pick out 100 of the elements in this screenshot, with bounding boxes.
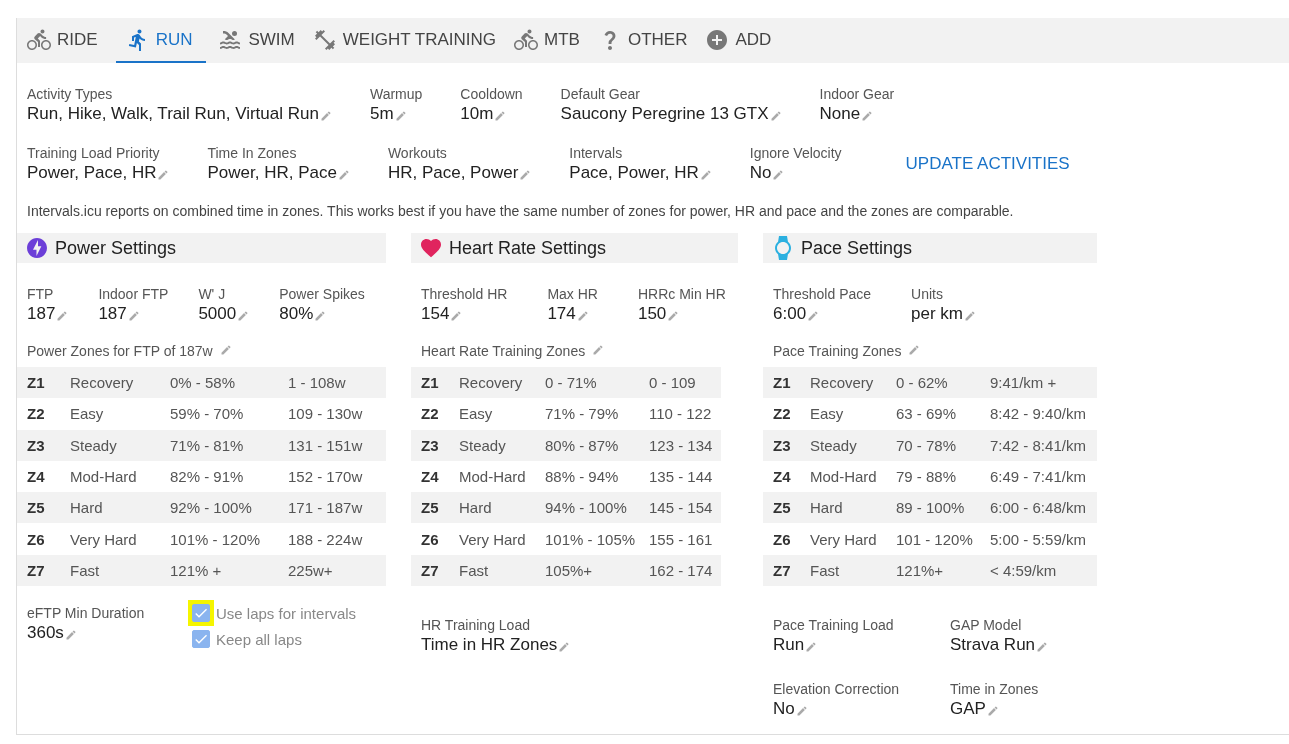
- pencil-icon[interactable]: [450, 310, 463, 322]
- sport-tab[interactable]: OTHER: [597, 18, 694, 63]
- field-label: Time In Zones: [207, 144, 298, 162]
- field-label: HRRc Min HR: [637, 285, 726, 303]
- field-label: Max HR: [547, 285, 598, 303]
- pencil-icon[interactable]: [394, 110, 407, 122]
- pencil-icon[interactable]: [64, 629, 77, 642]
- field-value: 5m: [369, 103, 394, 125]
- zone-id: Z3: [421, 436, 440, 454]
- field-value: 174: [547, 303, 576, 325]
- pencil-icon[interactable]: [699, 169, 712, 181]
- zone-percent: 71% - 79%: [545, 405, 620, 423]
- zone-name: Mod-Hard: [459, 468, 527, 486]
- zone-name: Fast: [459, 561, 490, 579]
- pencil-icon[interactable]: [337, 169, 350, 181]
- zone-id: Z4: [773, 468, 792, 486]
- update-activities-button[interactable]: UPDATE ACTIVITIES: [897, 150, 1078, 178]
- field-label: Elevation Correction: [773, 680, 901, 699]
- sport-tab[interactable]: SWIM: [218, 18, 301, 63]
- field-label: eFTP Min Duration: [27, 604, 146, 623]
- pencil-icon[interactable]: [807, 310, 820, 322]
- zone-range: 123 - 134: [649, 436, 714, 454]
- field-label: Threshold Pace: [773, 285, 872, 303]
- field-value: Time in HR Zones: [421, 634, 558, 657]
- zone-range: 9:41/km +: [990, 374, 1058, 392]
- field-label: Cooldown: [460, 85, 523, 103]
- field-label: Activity Types: [27, 85, 114, 103]
- zone-percent: 0 - 71%: [545, 374, 598, 392]
- zone-name: Recovery: [459, 374, 524, 392]
- pencil-icon[interactable]: [56, 310, 69, 322]
- zone-id: Z5: [421, 499, 440, 517]
- zone-id: Z1: [27, 374, 46, 392]
- sport-tab[interactable]: ADD: [705, 18, 778, 63]
- pencil-icon[interactable]: [558, 641, 571, 654]
- pencil-icon[interactable]: [314, 310, 327, 322]
- zone-range: 131 - 151w: [288, 436, 364, 454]
- zone-name: Steady: [810, 436, 858, 454]
- field-value: 150: [637, 303, 667, 325]
- zone-percent: 121% +: [170, 561, 223, 579]
- pencil-icon[interactable]: [237, 310, 250, 322]
- field-value: per km: [911, 303, 964, 325]
- zone-range: 225w+: [288, 561, 334, 579]
- field-label: FTP: [27, 285, 55, 303]
- checkbox-label: Use laps for intervals: [216, 604, 357, 622]
- zones-title: Heart Rate Training Zones: [421, 343, 586, 359]
- field-value: 80%: [279, 303, 314, 325]
- field-label: Power Spikes: [279, 285, 365, 303]
- field-value: GAP: [950, 698, 986, 721]
- zone-percent: 0 - 62%: [896, 374, 949, 392]
- zone-name: Recovery: [810, 374, 875, 392]
- zone-range: 8:42 - 9:40/km: [990, 405, 1087, 423]
- pencil-icon[interactable]: [127, 310, 140, 322]
- sport-tab[interactable]: RIDE: [27, 18, 104, 63]
- pencil-icon[interactable]: [964, 310, 977, 322]
- pencil-icon[interactable]: [805, 641, 818, 654]
- zone-id: Z2: [773, 405, 792, 423]
- zone-percent: 89 - 100%: [896, 499, 966, 517]
- pencil-icon[interactable]: [219, 343, 232, 356]
- field-label: Default Gear: [560, 85, 641, 103]
- zone-percent: 71% - 81%: [170, 436, 245, 454]
- field-label: Workouts: [387, 144, 448, 162]
- zone-name: Hard: [459, 499, 493, 517]
- pencil-icon[interactable]: [986, 705, 999, 718]
- pencil-icon[interactable]: [576, 310, 589, 322]
- zone-percent: 121%+: [896, 561, 945, 579]
- field-value: None: [819, 103, 861, 125]
- field-value: 154: [421, 303, 450, 325]
- field-value: 360s: [27, 622, 64, 645]
- field-value: 10m: [460, 103, 494, 125]
- pencil-icon[interactable]: [769, 110, 782, 122]
- pencil-icon[interactable]: [795, 705, 808, 718]
- sport-tab[interactable]: MTB: [514, 18, 586, 63]
- pencil-icon[interactable]: [319, 110, 332, 122]
- field-label: Indoor Gear: [819, 85, 895, 103]
- pencil-icon[interactable]: [494, 110, 507, 122]
- pencil-icon[interactable]: [1036, 641, 1049, 654]
- sport-tab[interactable]: RUN: [115, 18, 207, 63]
- heart-icon: [419, 236, 443, 260]
- sport-tab[interactable]: WEIGHT TRAINING: [312, 18, 503, 63]
- field-value: Strava Run: [950, 634, 1036, 657]
- zone-id: Z7: [27, 561, 46, 579]
- field-value: Run: [773, 634, 805, 657]
- pencil-icon[interactable]: [908, 343, 921, 356]
- zone-percent: 70 - 78%: [896, 436, 958, 454]
- pencil-icon[interactable]: [519, 169, 532, 181]
- zone-id: Z2: [27, 405, 46, 423]
- zone-id: Z1: [773, 374, 792, 392]
- field-value: Power, HR, Pace: [207, 162, 337, 184]
- pencil-icon[interactable]: [157, 169, 170, 181]
- pencil-icon[interactable]: [861, 110, 874, 122]
- zone-range: 5:00 - 5:59/km: [990, 530, 1087, 548]
- pencil-icon[interactable]: [667, 310, 680, 322]
- field-value: No: [773, 698, 795, 721]
- zone-name: Fast: [70, 561, 101, 579]
- field-value: HR, Pace, Power: [387, 162, 519, 184]
- zone-percent: 79 - 88%: [896, 468, 958, 486]
- pencil-icon[interactable]: [592, 343, 605, 356]
- field-label: W' J: [198, 285, 227, 303]
- pencil-icon[interactable]: [772, 169, 785, 181]
- checkbox[interactable]: [192, 630, 210, 649]
